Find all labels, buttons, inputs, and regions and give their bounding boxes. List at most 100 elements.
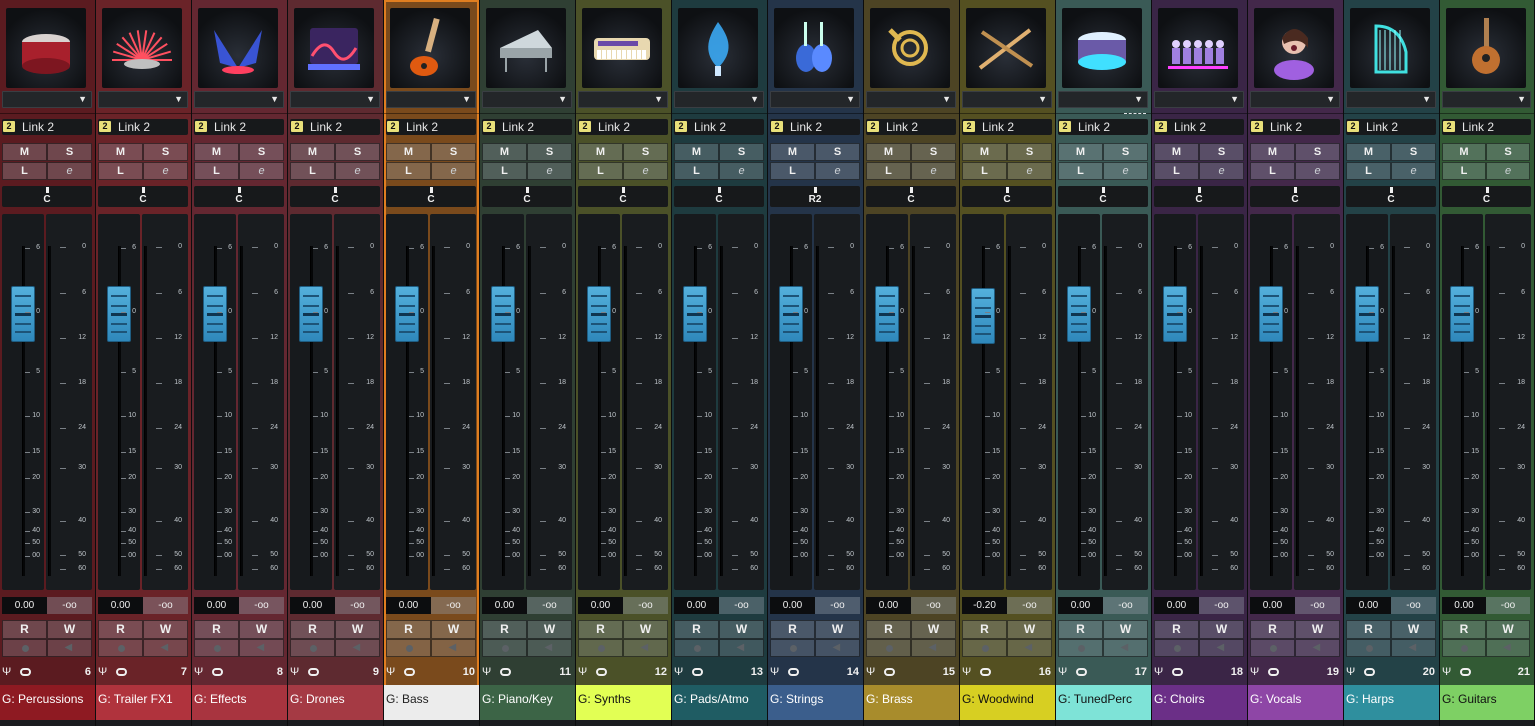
solo-button[interactable]: S [239,143,284,161]
mute-button[interactable]: M [482,143,527,161]
instrument-dropdown[interactable]: ▼ [1058,91,1148,108]
solo-button[interactable]: S [1007,143,1052,161]
write-automation-button[interactable]: W [1199,620,1244,639]
fader-cap[interactable] [203,286,227,342]
fader-cap[interactable] [1450,286,1474,342]
solo-button[interactable]: S [431,143,476,161]
record-enable-button[interactable] [1346,639,1391,657]
fader-cap[interactable] [395,286,419,342]
instrument-dropdown[interactable]: ▼ [1154,91,1244,108]
read-automation-button[interactable]: R [866,620,911,639]
write-automation-button[interactable]: W [431,620,476,639]
listen-button[interactable]: L [578,162,623,180]
edit-button[interactable]: e [527,162,572,180]
solo-button[interactable]: S [143,143,188,161]
volume-fader[interactable]: 6 0 5 10 15 20 30 40 50 00 [770,214,812,590]
mute-button[interactable]: M [1442,143,1486,161]
listen-button[interactable]: L [194,162,239,180]
edit-button[interactable]: e [47,162,92,180]
monitor-button[interactable]: ◀ [239,639,284,657]
pan-control[interactable]: C [194,186,284,207]
link-icon[interactable] [404,668,415,676]
channel-name[interactable]: G: Piano/Key [480,685,575,720]
pan-control[interactable]: C [1058,186,1148,207]
link-icon[interactable] [500,668,511,676]
record-enable-button[interactable] [290,639,335,657]
record-enable-button[interactable] [1154,639,1199,657]
record-enable-button[interactable] [98,639,143,657]
edit-button[interactable]: e [1486,162,1530,180]
edit-button[interactable]: e [431,162,476,180]
link-icon[interactable] [308,668,319,676]
input-routing-icon[interactable]: Ψ [194,666,203,678]
link-icon[interactable] [980,668,991,676]
write-automation-button[interactable]: W [1103,620,1148,639]
input-routing-icon[interactable]: Ψ [866,666,875,678]
fader-cap[interactable] [11,286,35,342]
link-icon[interactable] [692,668,703,676]
write-automation-button[interactable]: W [623,620,668,639]
link-icon[interactable] [1076,668,1087,676]
mute-button[interactable]: M [1058,143,1103,161]
record-enable-button[interactable] [194,639,239,657]
mute-button[interactable]: M [2,143,47,161]
read-automation-button[interactable]: R [1346,620,1391,639]
volume-fader[interactable]: 6 0 5 10 15 20 30 40 50 00 [290,214,332,590]
pan-control[interactable]: C [2,186,92,207]
instrument-dropdown[interactable]: ▼ [1250,91,1340,108]
edit-button[interactable]: e [239,162,284,180]
listen-button[interactable]: L [98,162,143,180]
input-routing-icon[interactable]: Ψ [98,666,107,678]
record-enable-button[interactable] [482,639,527,657]
fader-cap[interactable] [683,286,707,342]
volume-fader[interactable]: 6 0 5 10 15 20 30 40 50 00 [386,214,428,590]
monitor-button[interactable]: ◀ [47,639,92,657]
mute-button[interactable]: M [290,143,335,161]
read-automation-button[interactable]: R [1154,620,1199,639]
read-automation-button[interactable]: R [770,620,815,639]
input-routing-icon[interactable]: Ψ [2,666,11,678]
link-group[interactable]: 2 Link 2 [578,119,668,135]
volume-value[interactable]: -0.20 [962,597,1007,614]
record-enable-button[interactable] [386,639,431,657]
record-enable-button[interactable] [770,639,815,657]
link-icon[interactable] [20,668,31,676]
volume-value[interactable]: 0.00 [770,597,815,614]
input-routing-icon[interactable]: Ψ [482,666,491,678]
instrument-dropdown[interactable]: ▼ [1442,91,1531,108]
link-group[interactable]: 2 Link 2 [1346,119,1436,135]
edit-button[interactable]: e [143,162,188,180]
input-routing-icon[interactable]: Ψ [1346,666,1355,678]
instrument-dropdown[interactable]: ▼ [194,91,284,108]
instrument-dropdown[interactable]: ▼ [866,91,956,108]
input-routing-icon[interactable]: Ψ [1154,666,1163,678]
edit-button[interactable]: e [623,162,668,180]
solo-button[interactable]: S [623,143,668,161]
fader-cap[interactable] [875,286,899,342]
solo-button[interactable]: S [47,143,92,161]
write-automation-button[interactable]: W [1007,620,1052,639]
channel-name[interactable]: G: Brass [864,685,959,720]
resize-handle[interactable] [1124,113,1146,116]
volume-value[interactable]: 0.00 [386,597,431,614]
listen-button[interactable]: L [482,162,527,180]
input-routing-icon[interactable]: Ψ [290,666,299,678]
link-group[interactable]: 2 Link 2 [386,119,476,135]
channel-name[interactable]: G: Drones [288,685,383,720]
mute-button[interactable]: M [194,143,239,161]
monitor-button[interactable]: ◀ [431,639,476,657]
input-routing-icon[interactable]: Ψ [674,666,683,678]
pan-control[interactable]: C [98,186,188,207]
channel-name[interactable]: G: Trailer FX1 [96,685,191,720]
edit-button[interactable]: e [815,162,860,180]
fader-cap[interactable] [299,286,323,342]
pan-control[interactable]: C [578,186,668,207]
volume-value[interactable]: 0.00 [866,597,911,614]
channel-name[interactable]: G: Strings [768,685,863,720]
link-icon[interactable] [596,668,607,676]
edit-button[interactable]: e [1391,162,1436,180]
volume-value[interactable]: 0.00 [578,597,623,614]
volume-value[interactable]: 0.00 [482,597,527,614]
link-icon[interactable] [212,668,223,676]
link-icon[interactable] [1172,668,1183,676]
